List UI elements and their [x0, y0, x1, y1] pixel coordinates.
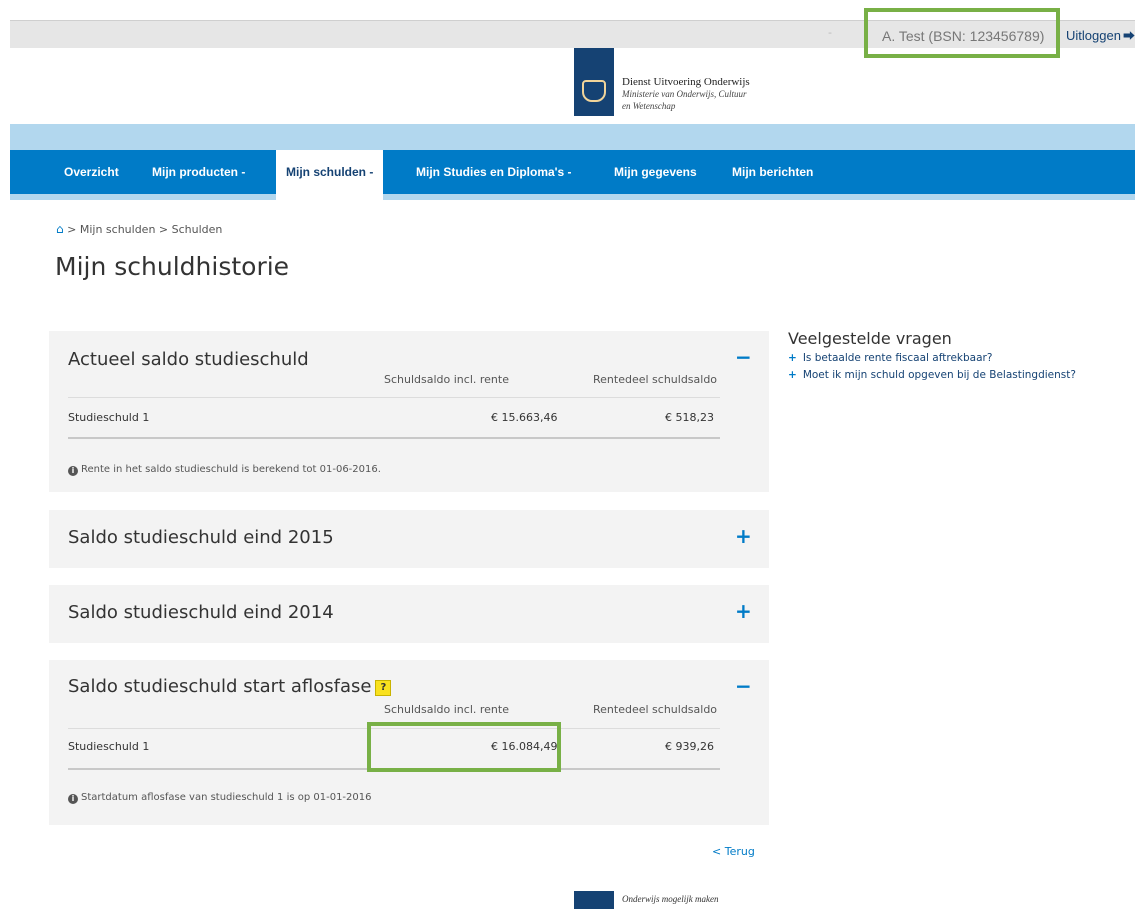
panel-note: i Rente in het saldo studieschuld is bere… [68, 464, 381, 476]
user-name: A. Test (BSN: 123456789) [882, 28, 1045, 44]
panel-title[interactable]: Actueel saldo studieschuld [68, 349, 309, 370]
breadcrumb: ⌂ > Mijn schulden > Schulden [56, 222, 222, 236]
faq-title: Veelgestelde vragen [788, 329, 952, 348]
expand-icon[interactable]: + [735, 599, 752, 623]
nav-mijn-gegevens[interactable]: Mijn gegevens [604, 150, 707, 194]
row-rente: € 939,26 [665, 740, 714, 753]
divider [68, 437, 720, 439]
footer-tagline: Onderwijs mogelijk maken [622, 894, 719, 904]
logout-label: Uitloggen [1066, 28, 1121, 43]
org-name: Dienst Uitvoering Onderwijs [622, 76, 750, 88]
top-bar-separator: - [828, 26, 832, 39]
note-text: Rente in het saldo studieschuld is berek… [81, 464, 381, 475]
logout-link[interactable]: Uitloggen ⮕ [1066, 27, 1135, 44]
breadcrumb-text[interactable]: > Mijn schulden > Schulden [67, 223, 222, 236]
main-nav: Overzicht Mijn producten - Mijn schulden… [10, 150, 1135, 200]
column-header-saldo: Schuldsaldo incl. rente [384, 703, 509, 716]
row-saldo: € 15.663,46 [491, 411, 558, 424]
info-icon: i [68, 466, 78, 476]
plus-icon: + [788, 352, 797, 364]
logo-text: Dienst Uitvoering Onderwijs Ministerie v… [622, 76, 752, 112]
panel-eind-2015[interactable]: Saldo studieschuld eind 2015 + [49, 510, 769, 568]
collapse-icon[interactable]: − [735, 674, 752, 698]
nav-mijn-studies[interactable]: Mijn Studies en Diploma's - [406, 150, 582, 194]
help-icon[interactable]: ? [375, 680, 392, 696]
divider [68, 397, 720, 398]
faq-item[interactable]: + Is betaalde rente fiscaal aftrekbaar? [788, 350, 1076, 367]
back-link[interactable]: < Terug [712, 845, 755, 858]
panel-title[interactable]: Saldo studieschuld start aflosfase? [68, 676, 392, 697]
nav-mijn-berichten[interactable]: Mijn berichten [722, 150, 823, 194]
panel-eind-2014[interactable]: Saldo studieschuld eind 2014 + [49, 585, 769, 643]
note-text: Startdatum aflosfase van studieschuld 1 … [81, 792, 372, 803]
panel-actueel-saldo: Actueel saldo studieschuld − Schuldsaldo… [49, 331, 769, 492]
crest-icon [582, 80, 606, 102]
nav-mijn-schulden[interactable]: Mijn schulden - [276, 150, 384, 200]
row-name: Studieschuld 1 [68, 740, 150, 753]
panel-title-text: Saldo studieschuld start aflosfase [68, 676, 372, 697]
panel-title[interactable]: Saldo studieschuld eind 2014 [68, 602, 334, 623]
saldo-highlight-box [367, 722, 561, 772]
page-title: Mijn schuldhistorie [55, 252, 290, 281]
column-header-saldo: Schuldsaldo incl. rente [384, 373, 509, 386]
panel-title[interactable]: Saldo studieschuld eind 2015 [68, 527, 334, 548]
faq-item-label: Is betaalde rente fiscaal aftrekbaar? [802, 352, 993, 364]
column-header-rente: Rentedeel schuldsaldo [593, 373, 718, 386]
collapse-icon[interactable]: − [735, 345, 752, 369]
column-header-rente: Rentedeel schuldsaldo [593, 703, 718, 716]
ministry-name: Ministerie van Onderwijs, Cultuur en Wet… [622, 89, 747, 111]
faq-section: Veelgestelde vragen + Is betaalde rente f… [788, 329, 1076, 384]
panel-note: i Startdatum aflosfase van studieschuld 1… [68, 792, 372, 804]
nav-overzicht[interactable]: Overzicht [54, 150, 129, 194]
faq-item[interactable]: + Moet ik mijn schuld opgeven bij de Bela… [788, 367, 1076, 384]
plus-icon: + [788, 369, 797, 381]
sign-out-icon: ⮕ [1122, 29, 1135, 43]
expand-icon[interactable]: + [735, 524, 752, 548]
header-band [10, 124, 1135, 150]
faq-item-label: Moet ik mijn schuld opgeven bij de Belas… [802, 369, 1076, 381]
nav-underline [10, 194, 1135, 200]
row-rente: € 518,23 [665, 411, 714, 424]
info-icon: i [68, 794, 78, 804]
row-name: Studieschuld 1 [68, 411, 150, 424]
rijksoverheid-logo [574, 48, 614, 116]
footer-logo [574, 891, 614, 909]
home-icon[interactable]: ⌂ [56, 222, 64, 236]
nav-mijn-producten[interactable]: Mijn producten - [142, 150, 255, 194]
